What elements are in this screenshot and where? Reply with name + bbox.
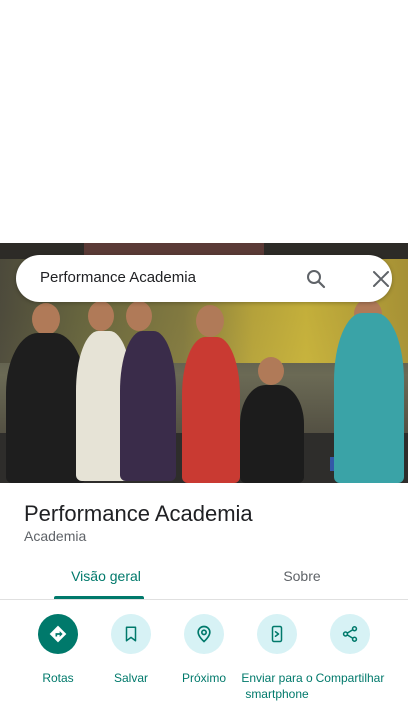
share-label: Compartilhar bbox=[315, 671, 385, 685]
nearby-label: Próximo bbox=[181, 671, 226, 685]
place-category: Academia bbox=[24, 528, 87, 544]
tab-about[interactable]: Sobre bbox=[252, 568, 352, 584]
send-to-phone-icon bbox=[271, 625, 283, 643]
action-bar: Rotas Salvar Próximo Enviar para o smart… bbox=[0, 601, 408, 726]
tab-bar: Visão geral Sobre bbox=[0, 558, 408, 600]
share-icon bbox=[342, 626, 358, 642]
bookmark-icon bbox=[125, 626, 137, 642]
close-icon[interactable] bbox=[369, 267, 393, 291]
nearby-icon bbox=[197, 625, 211, 643]
routes-label: Rotas bbox=[42, 671, 74, 685]
place-title: Performance Academia bbox=[24, 501, 253, 526]
nearby-button[interactable]: Próximo bbox=[164, 614, 244, 686]
map-area[interactable] bbox=[0, 0, 408, 243]
search-icon[interactable] bbox=[304, 267, 328, 291]
share-button[interactable]: Compartilhar bbox=[310, 614, 390, 686]
search-input[interactable]: Performance Academia bbox=[40, 269, 196, 286]
routes-button[interactable]: Rotas bbox=[18, 614, 98, 686]
save-button[interactable]: Salvar bbox=[91, 614, 171, 686]
send-to-phone-label: Enviar para o smartphone bbox=[241, 671, 313, 701]
send-to-phone-button[interactable]: Enviar para o smartphone bbox=[237, 614, 317, 702]
save-label: Salvar bbox=[113, 671, 148, 685]
search-bar[interactable]: Performance Academia bbox=[16, 255, 392, 302]
tab-overview[interactable]: Visão geral bbox=[54, 568, 158, 584]
active-tab-indicator bbox=[54, 596, 144, 599]
directions-icon bbox=[49, 625, 67, 643]
